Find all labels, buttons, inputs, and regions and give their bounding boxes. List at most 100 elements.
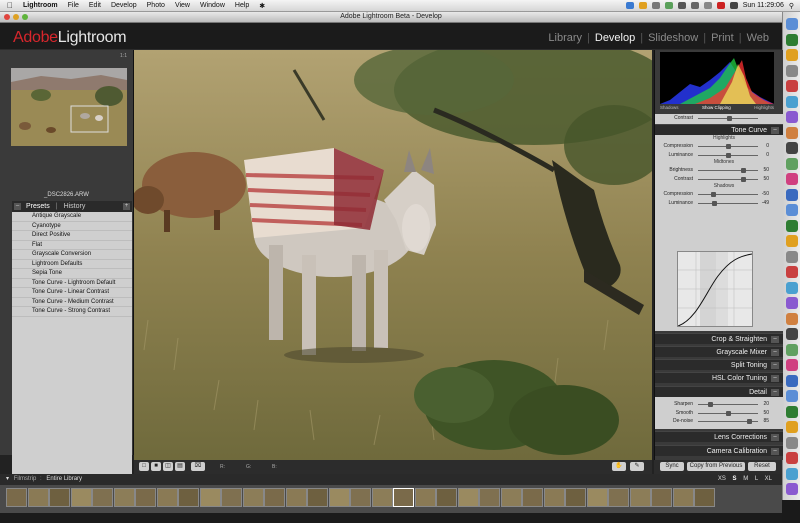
filmstrip-thumbnail[interactable]	[307, 488, 328, 507]
menu-window[interactable]: Window	[195, 2, 230, 9]
filmstrip-thumbnail[interactable]	[70, 488, 92, 507]
crop-straighten-header[interactable]: Crop & Straighten –	[655, 333, 783, 344]
dock-app-icon[interactable]	[786, 266, 798, 278]
filmstrip-thumbnail[interactable]	[500, 488, 522, 507]
dock-app-icon[interactable]	[786, 157, 798, 170]
menu-edit[interactable]: Edit	[84, 2, 106, 9]
tray-app-icon[interactable]	[638, 2, 647, 9]
slider-luminance[interactable]: Luminance 0	[655, 151, 783, 160]
collapse-triangle-icon[interactable]: –	[771, 389, 779, 396]
slider-track[interactable]	[698, 194, 758, 195]
main-photo-view[interactable]	[134, 50, 652, 460]
expand-triangle-icon[interactable]: –	[771, 434, 779, 441]
filmstrip-source[interactable]: Entire Library	[46, 476, 82, 482]
filmstrip-thumbnail[interactable]	[6, 488, 27, 507]
copy-from-previous-button[interactable]: Copy from Previous	[687, 462, 745, 471]
dock-app-icon[interactable]	[786, 281, 798, 294]
dock-app-icon[interactable]	[786, 250, 798, 263]
slider-compression[interactable]: Compression 0	[655, 142, 783, 151]
highlights-clipping-label[interactable]: Highlights	[754, 105, 774, 110]
menu-view[interactable]: View	[170, 2, 195, 9]
filmstrip-thumbnail[interactable]	[393, 488, 414, 507]
filmstrip-thumbnail[interactable]	[694, 488, 715, 507]
dock-app-icon[interactable]	[786, 80, 798, 92]
eyedropper-icon[interactable]: ✎	[630, 462, 644, 471]
split-toning-header[interactable]: Split Toning –	[655, 359, 783, 370]
dock-app-icon[interactable]	[786, 173, 798, 185]
module-web[interactable]: Web	[742, 32, 774, 44]
dock-app-icon[interactable]	[786, 343, 798, 356]
dock-app-icon[interactable]	[786, 359, 798, 371]
filmstrip-thumbnail[interactable]	[651, 488, 672, 507]
menu-lightroom[interactable]: Lightroom	[18, 2, 63, 9]
preset-item[interactable]: Lightroom Defaults	[12, 260, 132, 269]
expand-triangle-icon[interactable]: –	[771, 349, 779, 356]
filmstrip-thumbnail[interactable]	[49, 488, 70, 507]
slider-knob[interactable]	[726, 152, 731, 158]
expand-triangle-icon[interactable]: –	[771, 448, 779, 455]
tray-app-icon[interactable]	[664, 2, 673, 9]
filmstrip-thumbnail[interactable]	[178, 488, 199, 507]
add-preset-button[interactable]: +	[123, 203, 130, 210]
slider-knob[interactable]	[711, 200, 717, 206]
hsl-color-tuning-header[interactable]: HSL Color Tuning –	[655, 372, 783, 383]
shadows-clipping-label[interactable]: Shadows	[660, 105, 679, 110]
dock-app-icon[interactable]	[786, 235, 798, 247]
filmstrip-thumbnail[interactable]	[199, 488, 221, 507]
minimize-window-icon[interactable]	[13, 14, 19, 20]
dock-app-icon[interactable]	[786, 436, 798, 449]
slider-brightness[interactable]: Brightness 50	[655, 166, 783, 175]
tab-history[interactable]: History	[61, 203, 89, 210]
show-clipping-label[interactable]: Show Clipping	[702, 105, 731, 110]
filmstrip-thumbnail[interactable]	[414, 488, 436, 507]
dock-app-icon[interactable]	[786, 111, 798, 123]
dock-app-icon[interactable]	[786, 33, 798, 46]
tray-app-icon[interactable]	[625, 2, 634, 9]
tone-curve-header[interactable]: Tone Curve –	[655, 124, 783, 135]
menu-develop[interactable]: Develop	[106, 2, 142, 9]
filmstrip-thumbnail[interactable]	[328, 488, 350, 507]
contrast-slider[interactable]: Contrast	[655, 114, 783, 123]
preset-item[interactable]: Tone Curve - Lightroom Default	[12, 279, 132, 288]
script-icon[interactable]: ✱	[254, 2, 270, 10]
dock-app-icon[interactable]	[786, 390, 798, 402]
module-print[interactable]: Print	[706, 32, 739, 44]
side-by-side-icon[interactable]: ◫	[163, 462, 173, 471]
slider-luminance[interactable]: Luminance -49	[655, 199, 783, 208]
split-view-icon[interactable]: ▤	[175, 462, 185, 471]
preset-item[interactable]: Tone Curve - Linear Contrast	[12, 288, 132, 298]
dock-app-icon[interactable]	[786, 467, 798, 480]
slider-track[interactable]	[698, 170, 758, 171]
filmstrip-thumbnail[interactable]	[371, 488, 393, 507]
filmstrip-thumbnail[interactable]	[672, 488, 694, 507]
menu-photo[interactable]: Photo	[142, 2, 170, 9]
preset-item[interactable]: Sepia Tone	[12, 269, 132, 279]
histogram[interactable]	[660, 52, 774, 104]
tab-presets[interactable]: Presets	[23, 203, 53, 210]
slider-track[interactable]	[698, 202, 758, 204]
size-s[interactable]: S	[733, 476, 737, 482]
reset-button[interactable]: Reset	[748, 462, 776, 471]
size-xs[interactable]: XS	[718, 476, 726, 482]
dock-app-icon[interactable]	[786, 483, 798, 495]
preset-item[interactable]: Antique Grayscale	[12, 212, 132, 222]
collapse-panel-button[interactable]: –	[14, 203, 21, 210]
grayscale-mixer-header[interactable]: Grayscale Mixer –	[655, 346, 783, 357]
filmstrip-thumbnail[interactable]	[221, 488, 242, 507]
slider-knob[interactable]	[741, 176, 746, 182]
filmstrip-thumbnail[interactable]	[350, 488, 371, 507]
filmstrip-thumbnail[interactable]	[242, 488, 264, 507]
dock-app-icon[interactable]	[786, 64, 798, 77]
slider-sharpen[interactable]: Sharpen 20	[655, 400, 783, 409]
loupe-view-icon[interactable]: □	[139, 462, 149, 471]
preset-item[interactable]: Tone Curve - Medium Contrast	[12, 298, 132, 307]
module-develop[interactable]: Develop	[590, 32, 640, 44]
volume-icon[interactable]	[703, 2, 712, 9]
filmstrip-thumbnail[interactable]	[479, 488, 500, 507]
navigator-preview[interactable]	[11, 68, 127, 146]
dock-app-icon[interactable]	[786, 452, 798, 464]
menu-help[interactable]: Help	[230, 2, 254, 9]
close-window-icon[interactable]	[4, 14, 10, 20]
filmstrip-thumbnail[interactable]	[113, 488, 135, 507]
collapse-triangle-icon[interactable]: –	[771, 127, 779, 134]
